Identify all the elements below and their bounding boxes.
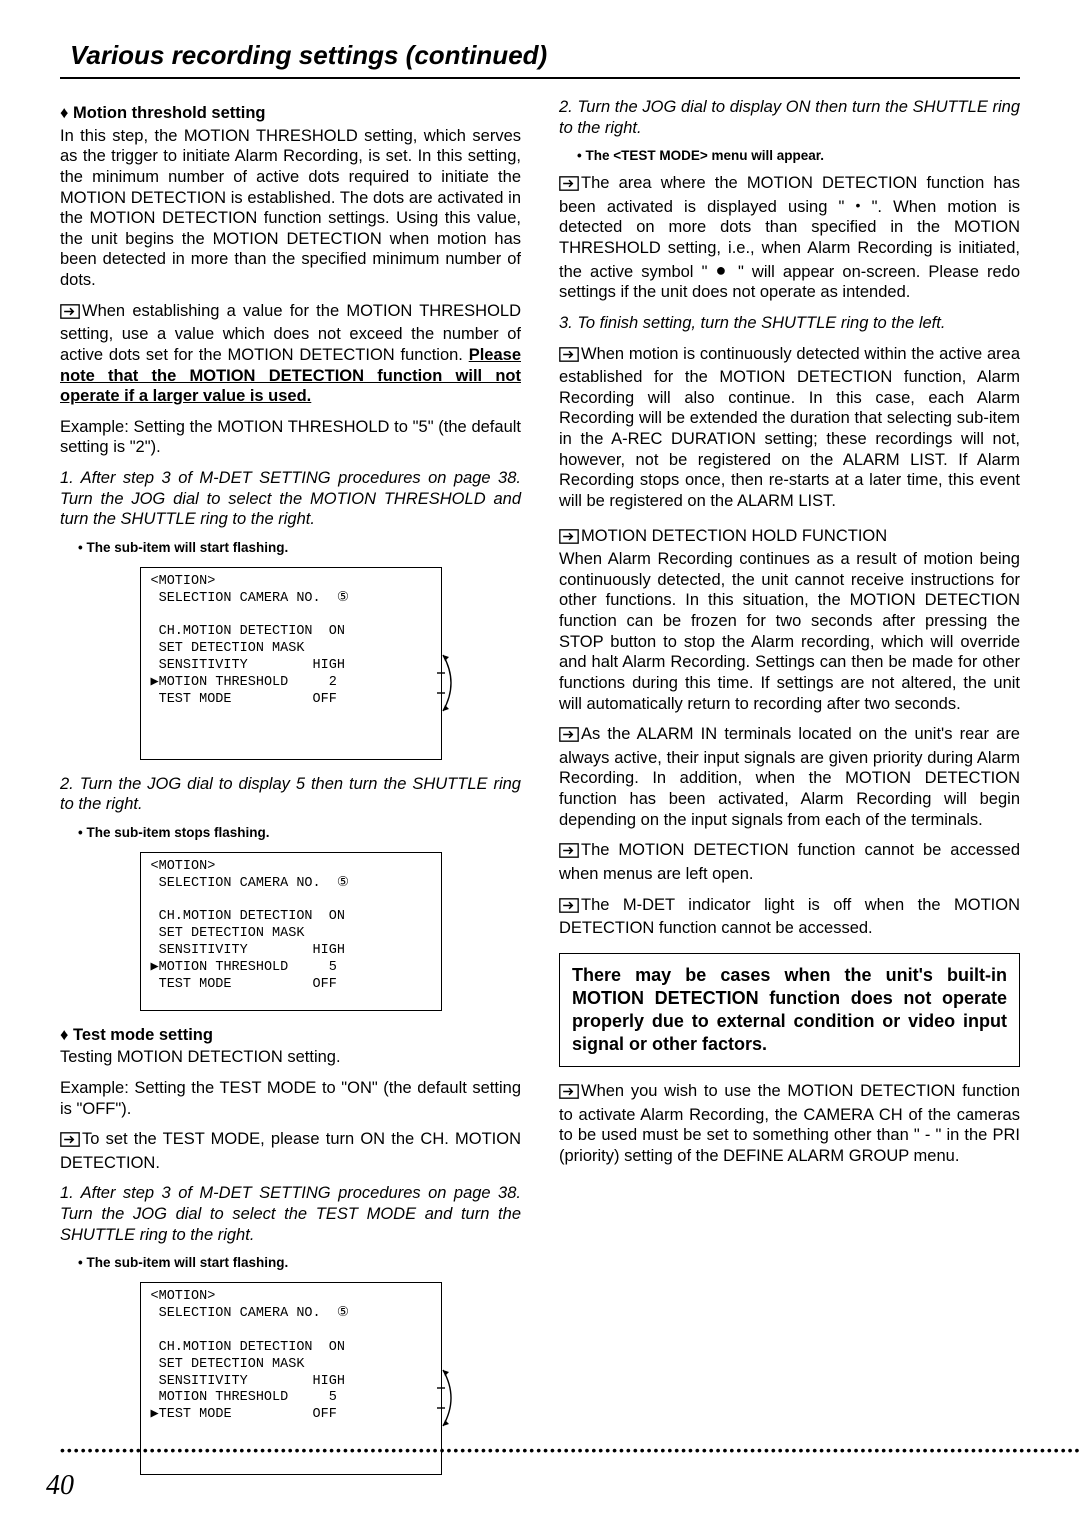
note-arrow-icon: [559, 843, 579, 864]
left-column: ♦ Motion threshold setting In this step,…: [60, 97, 521, 1489]
note-hold-function: MOTION DETECTION HOLD FUNCTION When Alar…: [559, 526, 1020, 715]
para-threshold-example: Example: Setting the MOTION THRESHOLD to…: [60, 417, 521, 458]
menu-screenshot-2: <MOTION> SELECTION CAMERA NO. ⑤ CH.MOTIO…: [140, 852, 442, 1011]
step-threshold-2: 2. Turn the JOG dial to display 5 then t…: [60, 774, 521, 815]
footer-divider: ••••••••••••••••••••••••••••••••••••••••…: [60, 1442, 1080, 1458]
step-threshold-1: 1. After step 3 of M-DET SETTING procedu…: [60, 468, 521, 530]
right-column: 2. Turn the JOG dial to display ON then …: [559, 97, 1020, 1489]
page-title-bar: Various recording settings (continued): [60, 36, 1020, 79]
note-continuous-motion: When motion is continuously detected wit…: [559, 344, 1020, 512]
heading-test-mode: ♦ Test mode setting: [60, 1025, 521, 1046]
note-camera-ch: When you wish to use the MOTION DETECTIO…: [559, 1081, 1020, 1167]
note-menu-open: The MOTION DETECTION function cannot be …: [559, 840, 1020, 884]
note-arrow-icon: [559, 727, 579, 748]
note-arrow-icon: [60, 1132, 80, 1153]
note-mdet-indicator: The M-DET indicator light is off when th…: [559, 895, 1020, 939]
note-arrow-icon: [559, 176, 579, 197]
warning-box: There may be cases when the unit's built…: [559, 953, 1020, 1067]
step-testmode-1: 1. After step 3 of M-DET SETTING procedu…: [60, 1183, 521, 1245]
note-arrow-icon: [559, 898, 579, 919]
step-testmode-3: 3. To finish setting, turn the SHUTTLE r…: [559, 313, 1020, 334]
note-arrow-icon: [60, 304, 80, 325]
heading-motion-threshold: ♦ Motion threshold setting: [60, 103, 521, 124]
jog-dial-arc-icon: [339, 1345, 464, 1458]
note-motion-area: The area where the MOTION DETECTION func…: [559, 173, 1020, 303]
note-subitem-flash-2: • The sub-item will start flashing.: [78, 1255, 521, 1272]
note-testmode-on: To set the TEST MODE, please turn ON the…: [60, 1129, 521, 1173]
note-subitem-flash-1: • The sub-item will start flashing.: [78, 540, 521, 557]
jog-dial-arc-icon: [339, 630, 464, 743]
note-threshold-limit: When establishing a value for the MOTION…: [60, 301, 521, 407]
note-alarm-in: As the ALARM IN terminals located on the…: [559, 724, 1020, 830]
large-dot-icon: ●: [716, 260, 730, 280]
note-testmode-menu: • The <TEST MODE> menu will appear.: [577, 148, 1020, 165]
note-subitem-stop-flash: • The sub-item stops flashing.: [78, 825, 521, 842]
page-title: Various recording settings (continued): [70, 40, 547, 70]
page-number: 40: [46, 1470, 74, 1502]
para-threshold-intro: In this step, the MOTION THRESHOLD setti…: [60, 126, 521, 291]
note-arrow-icon: [559, 347, 579, 368]
menu-screenshot-1: <MOTION> SELECTION CAMERA NO. ⑤ CH.MOTIO…: [140, 567, 442, 760]
step-testmode-2: 2. Turn the JOG dial to display ON then …: [559, 97, 1020, 138]
note-arrow-icon: [559, 529, 579, 550]
para-testmode-intro: Testing MOTION DETECTION setting.: [60, 1047, 521, 1068]
note-arrow-icon: [559, 1084, 579, 1105]
para-testmode-example: Example: Setting the TEST MODE to "ON" (…: [60, 1078, 521, 1119]
